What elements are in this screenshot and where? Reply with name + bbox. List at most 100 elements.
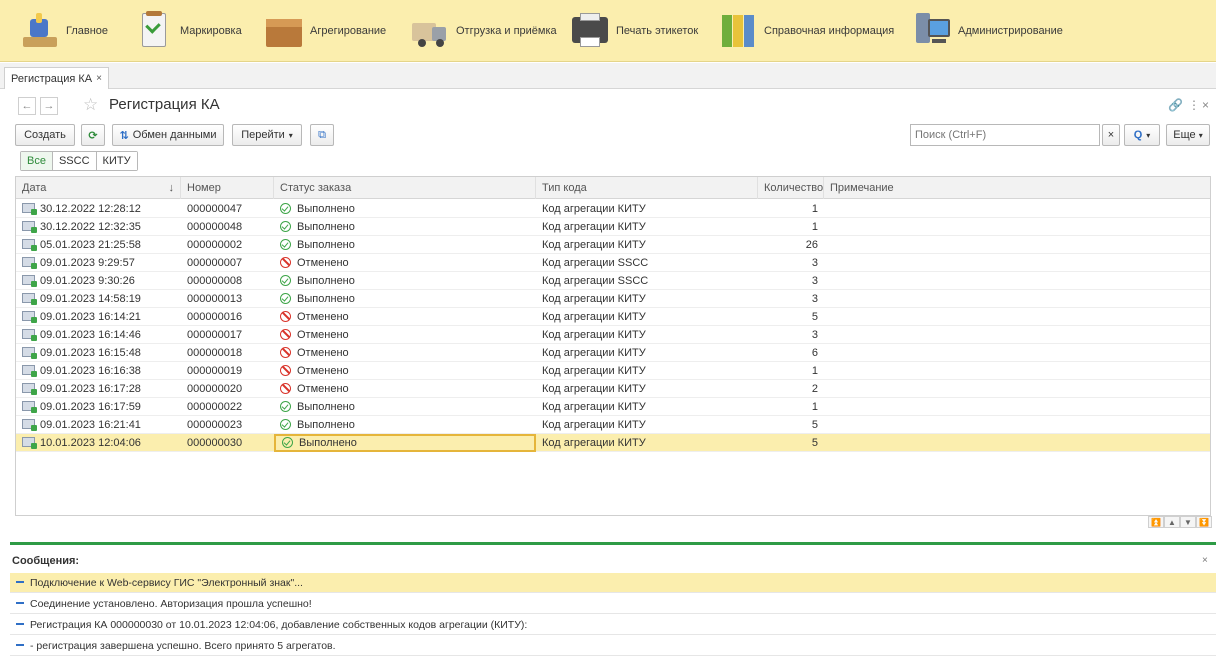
status-cancelled-icon: [280, 311, 291, 322]
document-icon: [22, 383, 37, 395]
cell-date: 09.01.2023 16:14:21: [16, 308, 181, 326]
message-item[interactable]: Регистрация КА 000000030 от 10.01.2023 1…: [10, 615, 1216, 635]
column-header-note[interactable]: Примечание: [824, 177, 1210, 199]
favorite-star-icon[interactable]: ☆: [83, 95, 98, 115]
chevron-down-icon: ▾: [288, 130, 293, 140]
create-button[interactable]: Создать: [15, 124, 75, 146]
table-row[interactable]: 09.01.2023 16:17:28 000000020 Отменено Код …: [16, 380, 1210, 398]
document-icon: [22, 311, 37, 323]
column-header-number[interactable]: Номер: [181, 177, 274, 199]
tab-label: Регистрация КА: [11, 72, 93, 85]
status-cancelled-icon: [280, 257, 291, 268]
cell-quantity: 1: [811, 221, 818, 233]
message-item[interactable]: Подключение к Web-сервису ГИС "Электронн…: [10, 573, 1216, 593]
search-button[interactable]: Q ▾: [1124, 124, 1160, 146]
scroll-top-icon[interactable]: ⏫: [1148, 516, 1164, 528]
document-icon: [22, 329, 37, 341]
tab-close-icon[interactable]: ×: [96, 73, 102, 84]
column-header-date[interactable]: Дата ↓: [16, 177, 181, 199]
forward-button[interactable]: →: [40, 97, 58, 115]
table-row[interactable]: 09.01.2023 16:16:38 000000019 Отменено Код …: [16, 362, 1210, 380]
chevron-down-icon: ▾: [1146, 130, 1151, 140]
column-header-quantity[interactable]: Количество: [758, 177, 824, 199]
message-text: - регистрация завершена успешно. Всего п…: [30, 640, 336, 652]
home-icon: [20, 11, 60, 51]
section-print[interactable]: Печать этикеток: [570, 0, 698, 62]
search-clear-button[interactable]: ×: [1102, 124, 1120, 146]
table-row[interactable]: 09.01.2023 16:15:48 000000018 Отменено Код …: [16, 344, 1210, 362]
cell-quantity: 26: [805, 239, 818, 251]
message-item[interactable]: Соединение установлено. Авторизация прош…: [10, 594, 1216, 614]
section-marking[interactable]: Маркировка: [134, 0, 242, 62]
table-row[interactable]: 30.12.2022 12:32:35 000000048 Выполнено Код…: [16, 218, 1210, 236]
message-text: Подключение к Web-сервису ГИС "Электронн…: [30, 577, 303, 589]
table-row[interactable]: 09.01.2023 14:58:19 000000013 Выполнено Код…: [16, 290, 1210, 308]
message-dash-icon: [16, 602, 24, 604]
column-header-code-type[interactable]: Тип кода: [536, 177, 758, 199]
tab-registration-ka[interactable]: Регистрация КА ×: [4, 67, 109, 89]
table-row[interactable]: 09.01.2023 16:14:21 000000016 Отменено Код …: [16, 308, 1210, 326]
more-vertical-icon[interactable]: ⋮: [1188, 98, 1200, 112]
cell-quantity: 3: [811, 293, 818, 305]
cell-date: 10.01.2023 12:04:06: [16, 434, 181, 452]
section-aggregation[interactable]: Агрегирование: [264, 0, 386, 62]
section-shipment[interactable]: Отгрузка и приёмка: [410, 0, 557, 62]
copy-icon[interactable]: ⧉: [310, 124, 334, 146]
scroll-up-icon[interactable]: ▲: [1164, 516, 1180, 528]
filter-sscc[interactable]: SSCC: [52, 152, 97, 170]
cell-code-type: Код агрегации КИТУ: [542, 329, 646, 341]
status-done-icon: [282, 437, 293, 448]
truck-icon: [410, 11, 450, 51]
cell-status: Выполнено: [274, 218, 536, 236]
data-exchange-button[interactable]: ⇅ Обмен данными: [112, 124, 224, 146]
scroll-bottom-icon[interactable]: ⏬: [1196, 516, 1212, 528]
table-row[interactable]: 09.01.2023 9:30:26 000000008 Выполнено Код …: [16, 272, 1210, 290]
goto-dropdown-button[interactable]: Перейти ▾: [232, 124, 302, 146]
column-header-status[interactable]: Статус заказа: [274, 177, 536, 199]
cell-status: Отменено: [274, 344, 536, 362]
section-main[interactable]: Главное: [20, 0, 108, 62]
section-label: Отгрузка и приёмка: [456, 25, 557, 37]
scroll-down-icon[interactable]: ▼: [1180, 516, 1196, 528]
date-text: 30.12.2022 12:32:35: [40, 221, 141, 233]
link-icon[interactable]: 🔗: [1168, 98, 1183, 112]
status-text: Отменено: [297, 365, 349, 377]
cell-date: 09.01.2023 16:15:48: [16, 344, 181, 362]
table-row[interactable]: 10.01.2023 12:04:06 000000030 Выполнено Код…: [16, 434, 1210, 452]
section-reference[interactable]: Справочная информация: [718, 0, 894, 62]
cell-code-type: Код агрегации SSCC: [542, 275, 649, 287]
table-row[interactable]: 30.12.2022 12:28:12 000000047 Выполнено Код…: [16, 200, 1210, 218]
table-row[interactable]: 09.01.2023 16:21:41 000000023 Выполнено Код…: [16, 416, 1210, 434]
back-button[interactable]: ←: [18, 97, 36, 115]
cell-status: Выполнено: [274, 200, 536, 218]
table-row[interactable]: 09.01.2023 9:29:57 000000007 Отменено Код а…: [16, 254, 1210, 272]
cell-note: [824, 416, 1210, 434]
cell-note: [824, 326, 1210, 344]
cell-date: 05.01.2023 21:25:58: [16, 236, 181, 254]
date-text: 09.01.2023 16:21:41: [40, 419, 141, 431]
table-row[interactable]: 09.01.2023 16:14:46 000000017 Отменено Код …: [16, 326, 1210, 344]
data-exchange-label: Обмен данными: [132, 129, 217, 141]
message-item[interactable]: - регистрация завершена успешно. Всего п…: [10, 636, 1216, 656]
messages-close-icon[interactable]: ×: [1202, 555, 1208, 566]
filter-all[interactable]: Все: [21, 152, 53, 170]
cell-number: 000000016: [187, 311, 243, 323]
sections-panel: Главное Маркировка Агрегирование Отгрузк…: [0, 0, 1216, 62]
table-row[interactable]: 05.01.2023 21:25:58 000000002 Выполнено Код…: [16, 236, 1210, 254]
table-row[interactable]: 09.01.2023 16:17:59 000000022 Выполнено Код…: [16, 398, 1210, 416]
form-close-icon[interactable]: ×: [1202, 98, 1209, 112]
status-text: Отменено: [297, 257, 349, 269]
cell-code-type: Код агрегации КИТУ: [542, 365, 646, 377]
filter-kitu[interactable]: КИТУ: [96, 152, 137, 170]
cell-code-type: Код агрегации КИТУ: [542, 347, 646, 359]
refresh-icon[interactable]: ⟳: [81, 124, 105, 146]
search-input[interactable]: [910, 124, 1100, 146]
status-text: Выполнено: [297, 221, 355, 233]
documents-table[interactable]: Дата ↓ Номер Статус заказа Тип кода Коли…: [15, 176, 1211, 516]
section-admin[interactable]: Администрирование: [912, 0, 1063, 62]
cell-number: 000000007: [187, 257, 243, 269]
open-tabs-bar: Регистрация КА ×: [0, 63, 1216, 89]
cell-note: [824, 398, 1210, 416]
cell-status: Выполнено: [274, 416, 536, 434]
more-dropdown-button[interactable]: Еще ▾: [1166, 124, 1210, 146]
